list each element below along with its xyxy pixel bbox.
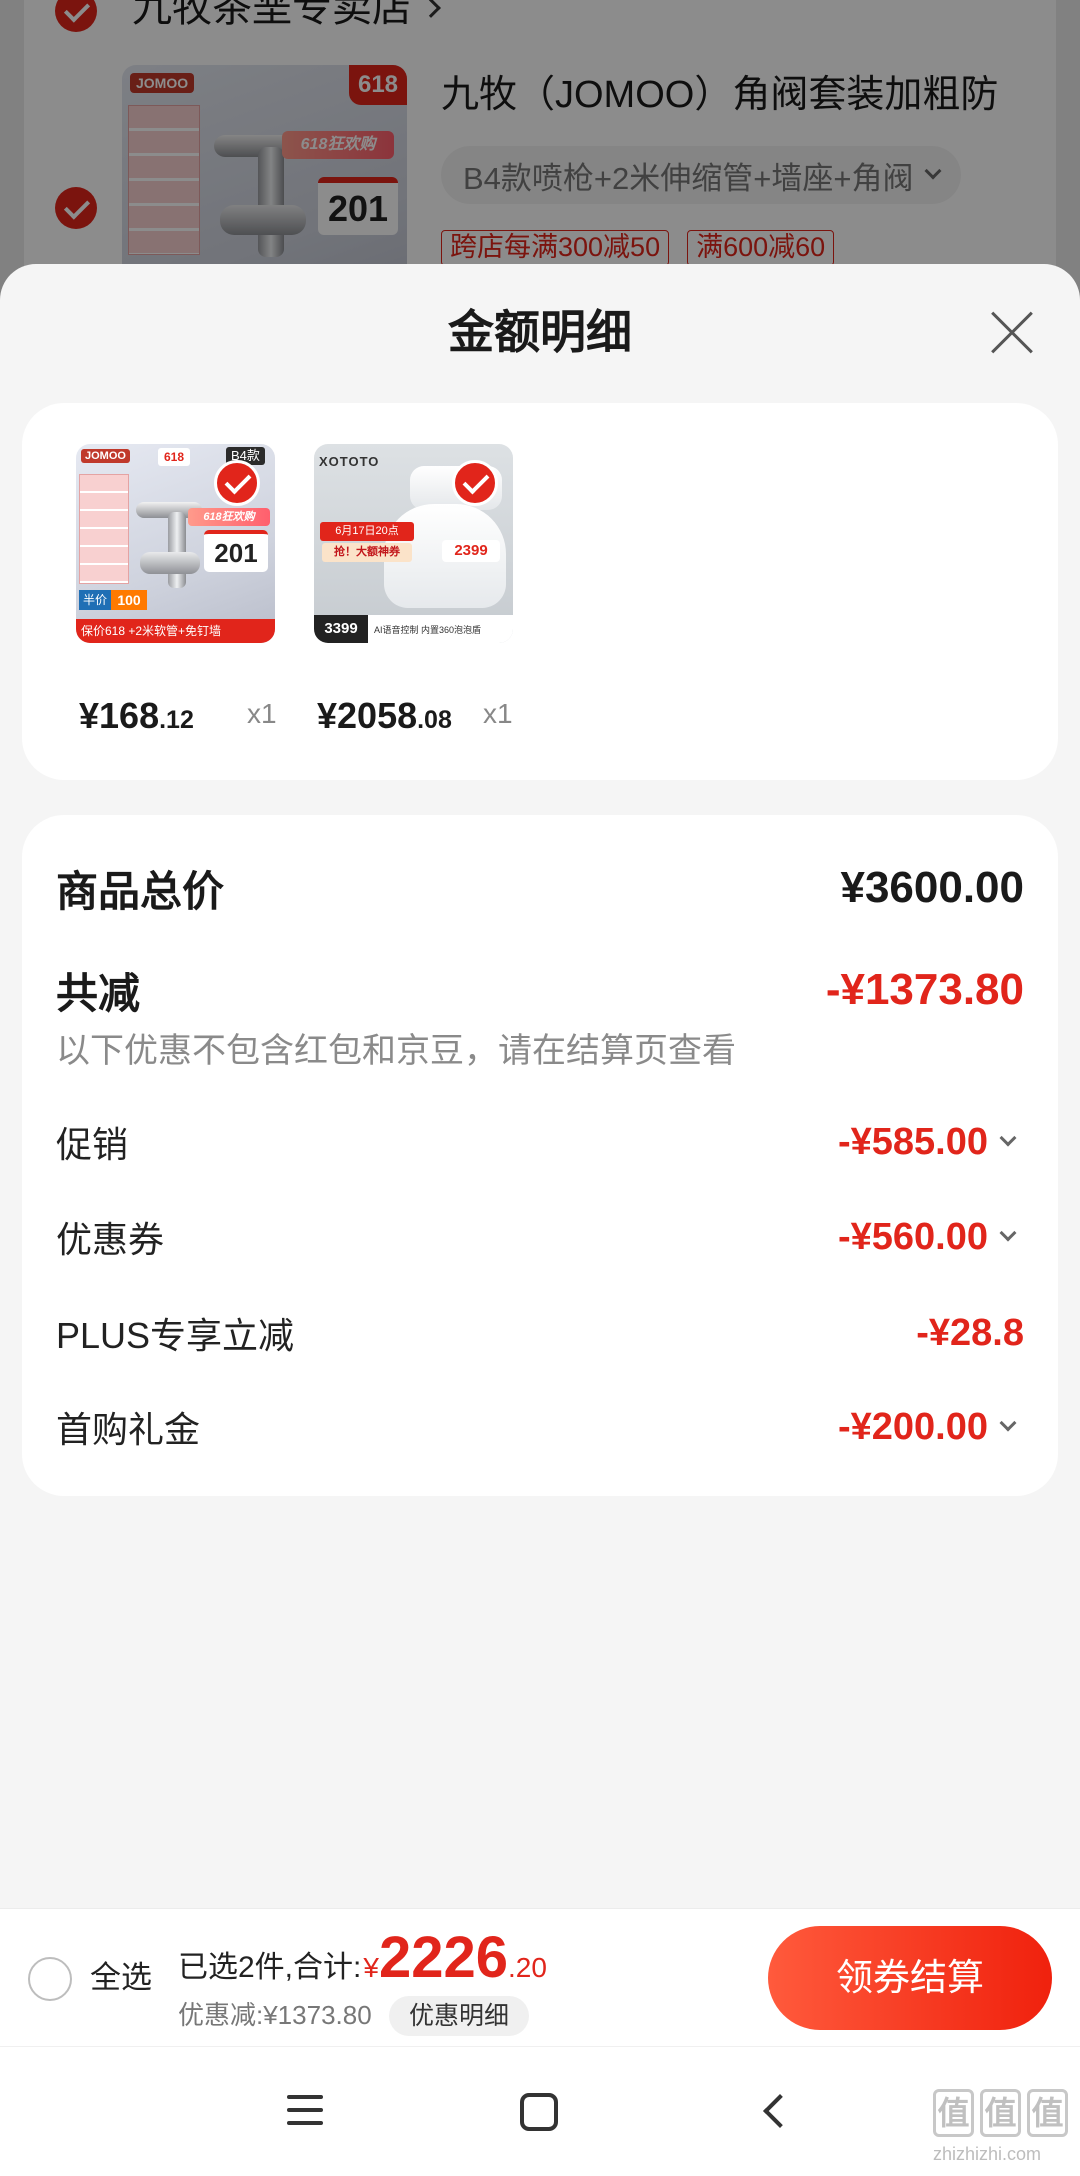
total-line: 已选2件,合计: ¥ 2226 .20	[178, 1929, 547, 1987]
item-price-decimal: .08	[417, 706, 452, 734]
menu-icon-line	[287, 2121, 323, 2125]
watermark-site: zhizhizhi.com	[933, 2144, 1042, 2164]
select-all-label[interactable]: 全选	[90, 1958, 152, 1998]
selected-item[interactable]: XOTOTO 6月17日20点 抢！大额神券 2399 3399 AI语音控制 …	[314, 444, 534, 744]
discount-row-right: -¥560.00	[838, 1216, 1024, 1259]
discount-row-value: -¥28.8	[916, 1311, 1024, 1354]
item-price-integer: ¥2058	[317, 695, 418, 736]
discount-row-coupon[interactable]: 优惠券 -¥560.00	[56, 1207, 1024, 1267]
promo-banner: 618狂欢购	[188, 508, 270, 526]
faucet-graphic	[140, 552, 200, 574]
item-price: ¥2058.08	[317, 695, 452, 737]
product-image-toilet[interactable]: XOTOTO 6月17日20点 抢！大额神券 2399 3399 AI语音控制 …	[314, 444, 513, 643]
menu-icon-line	[287, 2108, 323, 2112]
item-price-integer: ¥168	[79, 695, 160, 736]
discount-row-right: -¥28.8	[916, 1312, 1024, 1355]
chevron-down-icon	[999, 1414, 1017, 1432]
promo-date-label: 6月17日20点	[320, 522, 414, 541]
image-bottom-strip: 3399 AI语音控制 内置360泡泡盾	[314, 615, 513, 643]
system-nav-bar: 值 值 值 zhizhizhi.com	[0, 2046, 1080, 2176]
menu-icon-line	[287, 2095, 323, 2099]
price-ladder-graphic	[79, 474, 129, 584]
total-discount-label: 共减	[56, 969, 141, 1017]
check-icon[interactable]	[452, 460, 498, 506]
promo-coupon-label: 抢！大额神券	[322, 543, 412, 562]
sheet-title: 金额明细	[448, 306, 632, 358]
item-price-decimal: .12	[159, 706, 194, 734]
menu-icon[interactable]	[287, 2095, 323, 2125]
item-price: ¥168.12	[79, 695, 194, 737]
half-price-label: 半价	[79, 590, 111, 610]
discount-row-label: 促销	[56, 1124, 129, 1165]
discount-row-label: 优惠券	[56, 1219, 165, 1260]
selected-count-text: 已选2件,合计:	[178, 1951, 362, 1984]
checkout-bar: 全选 已选2件,合计: ¥ 2226 .20 优惠减:¥1373.80 优惠明细…	[0, 1908, 1080, 2046]
discount-row-value: -¥200.00	[837, 1405, 988, 1448]
watermark-char: 值	[1027, 2089, 1068, 2137]
amount-detail-sheet: 金额明细 JOMOO 618 B4款 618狂欢购 201 半价 100 保价6…	[0, 264, 1080, 2176]
total-price-value: ¥3600.00	[840, 863, 1024, 912]
total-decimal: .20	[507, 1952, 547, 1983]
feature-text: AI语音控制 内置360泡泡盾	[374, 624, 482, 635]
image-bottom-strip: 保价618 +2米软管+免钉墙	[76, 619, 275, 643]
watermark: 值 值 值 zhizhizhi.com	[933, 2089, 1069, 2171]
discount-row-promotion[interactable]: 促销 -¥585.00	[56, 1112, 1024, 1172]
back-icon[interactable]	[763, 2094, 797, 2128]
selected-item[interactable]: JOMOO 618 B4款 618狂欢购 201 半价 100 保价618 +2…	[76, 444, 296, 744]
total-price-label: 商品总价	[56, 867, 225, 915]
select-all-radio[interactable]	[28, 1957, 72, 2001]
home-icon[interactable]	[520, 2093, 558, 2131]
brand-logo: XOTOTO	[319, 454, 380, 469]
image-price-tag: 201	[204, 530, 268, 572]
item-quantity: x1	[247, 698, 277, 729]
half-price-value: 100	[111, 590, 147, 610]
close-icon[interactable]	[990, 311, 1034, 355]
discount-row-plus: PLUS专享立减 -¥28.8	[56, 1303, 1024, 1363]
product-image-faucet[interactable]: JOMOO 618 B4款 618狂欢购 201 半价 100 保价618 +2…	[76, 444, 275, 643]
saved-amount-text: 优惠减:¥1373.80	[178, 2000, 372, 2030]
discount-row-first-purchase[interactable]: 首购礼金 -¥200.00	[56, 1397, 1024, 1457]
brand-logo: JOMOO	[81, 449, 130, 463]
watermark-char: 值	[933, 2089, 974, 2137]
promo-price-tag: 2399	[442, 540, 500, 562]
total-integer: 2226	[378, 1925, 508, 1990]
discount-row-value: -¥585.00	[837, 1120, 988, 1163]
amount-details-card: 商品总价 ¥3600.00 共减 -¥1373.80 以下优惠不包含红包和京豆，…	[22, 815, 1058, 1496]
total-discount-row: 共减 -¥1373.80	[56, 960, 1024, 1020]
promo-badge: 618	[158, 448, 190, 466]
discount-row-label: 首购礼金	[56, 1409, 201, 1450]
watermark-char: 值	[980, 2089, 1021, 2137]
item-quantity: x1	[483, 698, 513, 729]
discount-row-value: -¥560.00	[837, 1215, 988, 1258]
chevron-down-icon	[999, 1129, 1017, 1147]
discount-row-label: PLUS专享立减	[56, 1315, 295, 1356]
discount-detail-button[interactable]: 优惠明细	[389, 1996, 529, 2036]
chevron-down-icon	[999, 1224, 1017, 1242]
selected-items-card: JOMOO 618 B4款 618狂欢购 201 半价 100 保价618 +2…	[22, 403, 1058, 780]
discount-row-right: -¥585.00	[838, 1121, 1024, 1164]
checkout-button[interactable]: 领券结算	[768, 1926, 1052, 2030]
total-discount-value: -¥1373.80	[825, 965, 1024, 1014]
faucet-graphic	[168, 512, 186, 588]
discount-row-right: -¥200.00	[838, 1406, 1024, 1449]
total-currency: ¥	[363, 1952, 379, 1983]
image-price-tag: 3399	[314, 615, 368, 643]
total-price-row: 商品总价 ¥3600.00	[56, 858, 1024, 918]
watermark-logo: 值 值 值	[933, 2089, 1069, 2137]
check-icon[interactable]	[214, 460, 260, 506]
discount-note: 以下优惠不包含红包和京豆，请在结算页查看	[56, 1032, 736, 1070]
